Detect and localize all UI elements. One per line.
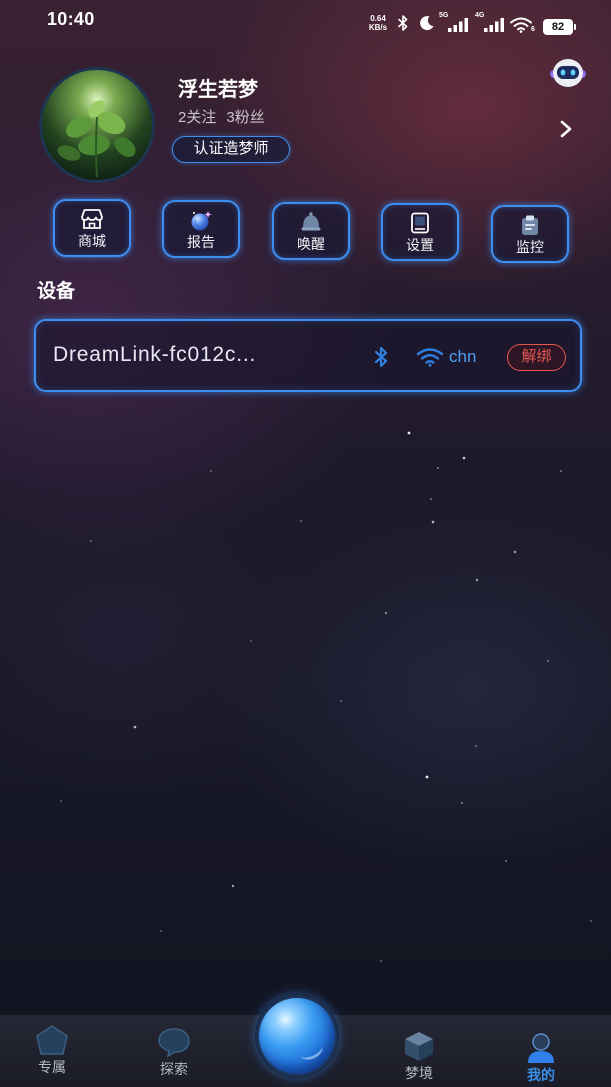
profile-stats: 2关注 3粉丝 bbox=[178, 108, 265, 128]
profile-header[interactable]: 浮生若梦 2关注 3粉丝 认证造梦师 bbox=[0, 60, 611, 190]
nav-label: 梦境 bbox=[405, 1065, 433, 1081]
bluetooth-icon bbox=[398, 15, 408, 31]
quick-action-label: 唤醒 bbox=[297, 235, 325, 252]
quick-action-report[interactable]: 报告 bbox=[162, 200, 240, 258]
wifi-icon bbox=[416, 348, 444, 367]
home-pentagon-icon bbox=[36, 1025, 68, 1055]
following-count[interactable]: 2关注 bbox=[178, 109, 216, 126]
network-speed-unit: KB/s bbox=[368, 23, 388, 32]
moon-icon bbox=[420, 16, 434, 31]
chevron-right-icon[interactable] bbox=[559, 119, 573, 139]
starfield-background bbox=[0, 0, 2, 2]
nav-item-dreams[interactable]: 梦境 bbox=[379, 1029, 459, 1081]
cellular-signal-icon bbox=[484, 18, 504, 32]
wifi-icon bbox=[510, 17, 532, 33]
glowing-orb-icon bbox=[259, 998, 335, 1074]
report-orb-icon bbox=[191, 210, 212, 230]
nav-item-me[interactable]: 我的 bbox=[501, 1031, 581, 1083]
devices-section-title: 设备 bbox=[37, 281, 76, 302]
wifi-badge: 6 bbox=[531, 26, 535, 33]
network-speed: 0.64 KB/s bbox=[364, 14, 392, 32]
bell-icon bbox=[301, 211, 321, 230]
cellular-signal-icon bbox=[448, 18, 468, 32]
verified-badge: 认证造梦师 bbox=[172, 136, 290, 163]
followers-count[interactable]: 3粉丝 bbox=[226, 109, 264, 126]
device-name: DreamLink-fc012c... bbox=[53, 343, 257, 366]
chat-bubble-icon bbox=[158, 1028, 190, 1058]
nav-label: 探索 bbox=[160, 1061, 188, 1077]
device-wifi-name: chn bbox=[449, 347, 477, 366]
status-time: 10:40 bbox=[47, 9, 95, 29]
tablet-icon bbox=[411, 212, 429, 233]
quick-action-settings[interactable]: 设置 bbox=[381, 203, 459, 261]
signal-1-label: 5G bbox=[439, 12, 449, 19]
nav-label: 专属 bbox=[38, 1059, 66, 1075]
nav-item-explore[interactable]: 探索 bbox=[134, 1025, 214, 1077]
device-card[interactable]: DreamLink-fc012c... chn 解绑 bbox=[34, 319, 582, 392]
signal-2-label: 4G bbox=[475, 12, 485, 19]
quick-action-monitor[interactable]: 监控 bbox=[491, 205, 569, 263]
network-speed-value: 0.64 bbox=[370, 14, 386, 23]
quick-action-store[interactable]: 商城 bbox=[53, 199, 131, 257]
nav-label: 我的 bbox=[527, 1067, 555, 1083]
nav-item-exclusive[interactable]: 专属 bbox=[12, 1023, 92, 1075]
quick-action-wake[interactable]: 唤醒 bbox=[272, 202, 350, 260]
profile-name: 浮生若梦 bbox=[178, 79, 258, 101]
quick-action-label: 设置 bbox=[406, 236, 434, 253]
bluetooth-icon bbox=[374, 346, 388, 368]
person-icon bbox=[528, 1033, 554, 1063]
clipboard-icon bbox=[522, 215, 538, 235]
quick-action-label: 监控 bbox=[516, 238, 544, 255]
unbind-button[interactable]: 解绑 bbox=[507, 344, 566, 371]
avatar[interactable] bbox=[39, 67, 155, 183]
quick-action-label: 报告 bbox=[187, 233, 215, 250]
quick-action-label: 商城 bbox=[78, 232, 106, 249]
store-icon bbox=[81, 208, 103, 229]
battery-icon: 82 bbox=[543, 19, 576, 35]
center-orb-button[interactable] bbox=[255, 994, 339, 1078]
cube-icon bbox=[405, 1032, 433, 1061]
